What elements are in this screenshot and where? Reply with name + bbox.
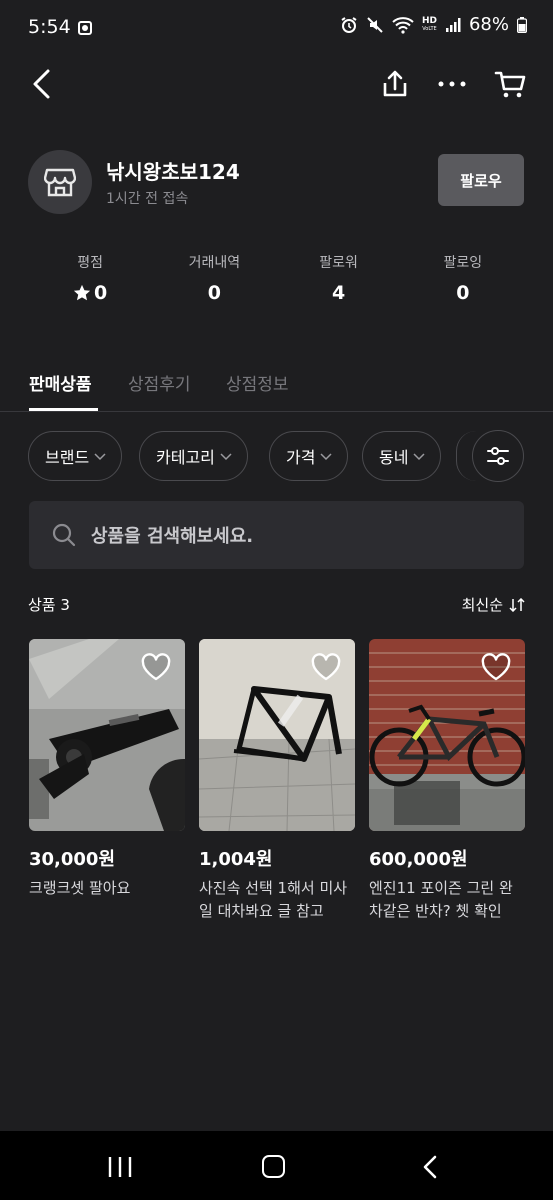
stat-value: 0 xyxy=(207,282,221,304)
last-seen-text: 1시간 전 접속 xyxy=(106,191,189,207)
product-list-header: 상품 3 최신순 xyxy=(28,592,525,616)
system-back-icon[interactable] xyxy=(422,1155,438,1179)
product-image-bicycle[interactable] xyxy=(369,639,525,831)
search-placeholder: 상품을 검색해보세요. xyxy=(91,526,254,547)
signal-icon xyxy=(445,17,461,33)
store-stats: 평점 0 거래내역 0 팔로워 4 팔로잉 0 xyxy=(28,252,525,308)
stat-label: 평점 xyxy=(77,255,103,271)
heart-icon[interactable] xyxy=(481,653,511,681)
filter-neighborhood[interactable]: 동네 xyxy=(362,431,442,481)
cart-button[interactable] xyxy=(493,66,527,102)
product-card[interactable]: 30,000원 크랭크셋 팔아요 xyxy=(29,639,185,900)
product-card[interactable]: 1,004원 사진속 선택 1해서 미사일 대차봐요 글 참고 xyxy=(199,639,355,923)
stat-value: 0 xyxy=(456,282,470,304)
filter-bar: 브랜드 카테고리 가격 동네 xyxy=(28,430,553,482)
product-image-frame[interactable] xyxy=(199,639,355,831)
sort-arrows-icon xyxy=(509,597,525,612)
store-profile: 낚시왕초보124 1시간 전 접속 팔로우 xyxy=(28,148,528,214)
home-icon[interactable] xyxy=(262,1155,285,1178)
chevron-down-icon xyxy=(412,451,426,461)
follow-button[interactable]: 팔로우 xyxy=(438,154,524,206)
stat-transactions[interactable]: 거래내역 0 xyxy=(152,252,276,308)
alarm-icon xyxy=(340,16,358,34)
stat-value: 4 xyxy=(332,282,346,304)
filter-settings-button[interactable] xyxy=(472,430,524,482)
sort-label: 최신순 xyxy=(461,596,503,614)
product-price: 1,004원 xyxy=(199,849,273,870)
hd-sub-label: VoLTE xyxy=(422,26,437,32)
cart-icon xyxy=(494,71,526,98)
filter-label: 동네 xyxy=(379,448,409,467)
battery-icon xyxy=(517,16,527,33)
status-bar: 5:54 HD VoLTE 68% xyxy=(0,0,553,58)
top-app-bar xyxy=(0,58,553,110)
search-icon xyxy=(52,523,76,547)
tab-store-info[interactable]: 상점정보 xyxy=(226,370,289,395)
sort-button[interactable]: 최신순 xyxy=(462,594,525,615)
more-dots-icon xyxy=(438,81,466,87)
hd-voice-icon: HD VoLTE xyxy=(421,16,437,33)
recents-icon[interactable] xyxy=(107,1156,133,1178)
active-tab-indicator xyxy=(29,408,98,411)
product-title: 사진속 선택 1해서 미사일 대차봐요 글 참고 xyxy=(199,879,348,920)
product-title: 엔진11 포이즌 그린 완차같은 반차? 쳇 확인 xyxy=(369,879,513,920)
stat-following[interactable]: 팔로잉 0 xyxy=(401,252,525,308)
stat-followers[interactable]: 팔로워 4 xyxy=(277,252,401,308)
chevron-down-icon xyxy=(219,451,233,461)
stat-label: 팔로워 xyxy=(319,255,358,271)
wifi-icon xyxy=(392,16,414,34)
store-tabs: 판매상품 상점후기 상점정보 xyxy=(0,362,553,412)
hd-label: HD xyxy=(421,16,437,26)
filter-label: 카테고리 xyxy=(156,448,215,467)
share-icon xyxy=(383,70,407,97)
store-icon xyxy=(44,168,76,197)
chevron-down-icon xyxy=(93,451,107,461)
share-button[interactable] xyxy=(378,66,412,102)
store-avatar xyxy=(28,150,92,214)
status-icons: HD VoLTE 68% xyxy=(340,14,527,35)
product-count: 상품 3 xyxy=(28,596,70,614)
heart-icon[interactable] xyxy=(311,653,341,681)
tab-reviews[interactable]: 상점후기 xyxy=(128,370,191,395)
filter-price[interactable]: 가격 xyxy=(269,431,349,481)
stat-value: 0 xyxy=(94,282,108,304)
product-grid: 30,000원 크랭크셋 팔아요 1,004원 사진속 선택 1해서 미사일 대… xyxy=(29,639,525,929)
product-card[interactable]: 600,000원 엔진11 포이즌 그린 완차같은 반차? 쳇 확인 xyxy=(369,639,525,923)
product-title: 크랭크셋 팔아요 xyxy=(29,879,131,897)
product-price: 600,000원 xyxy=(369,849,468,870)
heart-icon[interactable] xyxy=(141,653,171,681)
filter-label: 가격 xyxy=(286,448,316,467)
battery-percent: 68% xyxy=(468,14,509,35)
filter-brand[interactable]: 브랜드 xyxy=(28,431,123,481)
stat-label: 팔로잉 xyxy=(443,255,483,271)
filter-category[interactable]: 카테고리 xyxy=(139,431,248,481)
product-image-crankset[interactable] xyxy=(29,639,185,831)
system-nav-bar xyxy=(0,1131,553,1200)
back-button[interactable] xyxy=(30,66,62,102)
notification-icon xyxy=(78,21,92,35)
chevron-down-icon xyxy=(319,451,333,461)
store-name: 낚시왕초보124 xyxy=(106,160,240,184)
back-chevron-icon xyxy=(33,69,50,99)
filter-label: 브랜드 xyxy=(45,448,90,467)
stat-rating[interactable]: 평점 0 xyxy=(28,252,152,308)
status-time: 5:54 xyxy=(28,16,71,38)
more-options-button[interactable] xyxy=(435,66,469,102)
stat-label: 거래내역 xyxy=(188,255,241,271)
tab-products[interactable]: 판매상품 xyxy=(29,370,92,395)
sliders-icon xyxy=(487,447,509,465)
product-price: 30,000원 xyxy=(29,849,116,870)
star-icon xyxy=(73,284,91,301)
mute-icon xyxy=(366,16,384,34)
product-search-input[interactable]: 상품을 검색해보세요. xyxy=(29,501,524,569)
